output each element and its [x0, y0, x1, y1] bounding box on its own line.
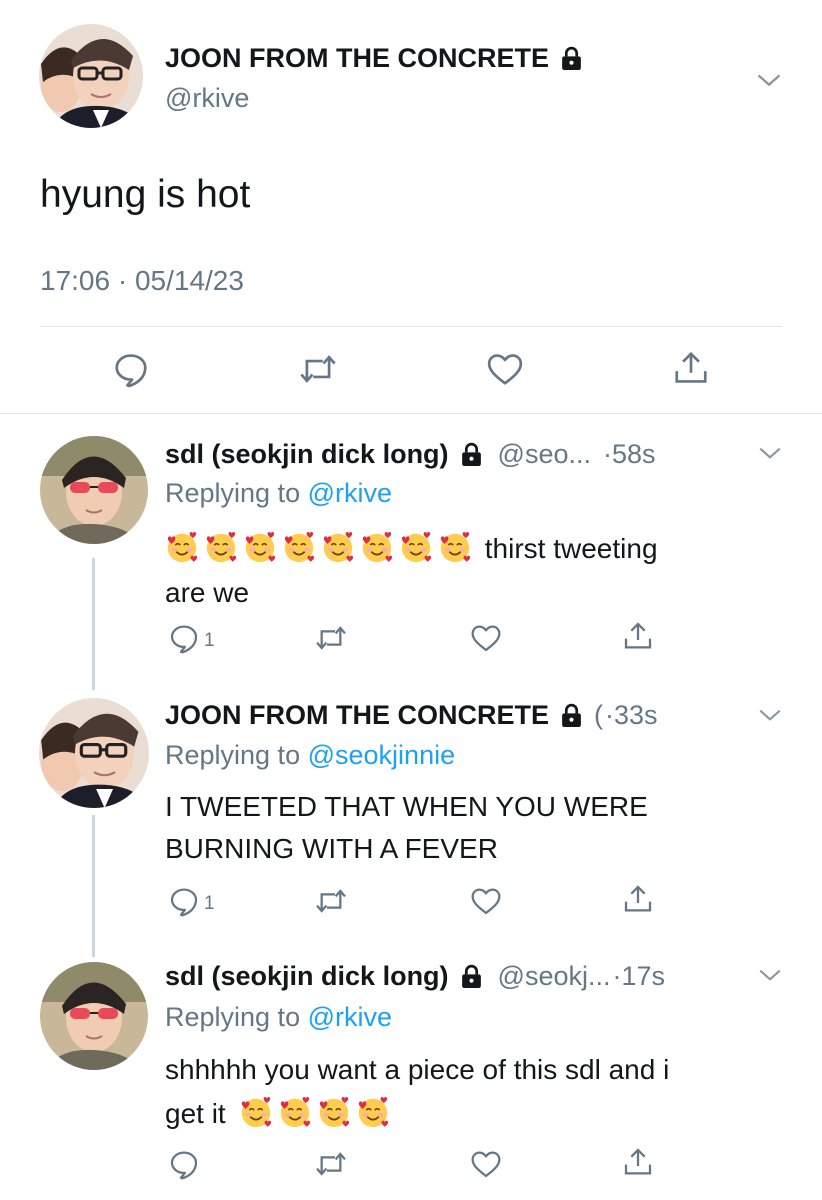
smiling-face-with-hearts-icon [399, 530, 433, 564]
tweet-text: shhhhh you want a piece of this sdl and … [165, 1048, 669, 1136]
reply-icon[interactable] [168, 622, 200, 654]
tweet-text-line: I TWEETED THAT WHEN YOU WERE [165, 791, 648, 822]
divider [40, 326, 782, 327]
timestamp: 17:06 · 05/14/23 [40, 265, 244, 296]
avatar[interactable] [40, 962, 148, 1070]
reply-count: 1 [204, 893, 215, 914]
handle[interactable]: @rkive [165, 83, 249, 114]
replying-to-link[interactable]: @seokjinnie [308, 740, 456, 770]
avatar[interactable] [39, 24, 143, 128]
smiling-face-with-hearts-icon [239, 1095, 273, 1129]
chevron-down-icon[interactable] [757, 440, 783, 466]
handle[interactable]: @seokj... [498, 961, 611, 992]
display-name[interactable]: JOON FROM THE CONCRETE [165, 43, 549, 74]
emoji-row [165, 533, 485, 564]
tweet-text-line: thirst tweeting [484, 533, 658, 564]
reply-count: 1 [204, 630, 215, 651]
handle[interactable]: @seo... [498, 439, 591, 470]
smiling-face-with-hearts-icon [317, 1095, 351, 1129]
emoji-row [239, 1098, 395, 1129]
avatar[interactable] [40, 436, 148, 544]
tweet-text: I TWEETED THAT WHEN YOU WERE BURNING WIT… [165, 786, 648, 870]
tweet-text: hyung is hot [40, 173, 251, 216]
time: ·33s [605, 699, 658, 730]
retweet-icon[interactable] [298, 350, 338, 388]
replying-to-label: Replying to [165, 740, 301, 770]
thread-line [92, 558, 95, 690]
like-icon[interactable] [486, 350, 524, 388]
lock-icon [559, 46, 584, 71]
time: ·58s [603, 438, 656, 469]
smiling-face-with-hearts-icon [204, 530, 238, 564]
like-icon[interactable] [470, 622, 502, 654]
tweet-text-line: get it [165, 1098, 226, 1129]
tweet-text-line: are we [165, 577, 250, 608]
replying-to-link[interactable]: @rkive [308, 1002, 392, 1032]
tweet-text: thirst tweeting are we [165, 527, 658, 615]
share-icon[interactable] [622, 883, 654, 915]
display-name[interactable]: JOON FROM THE CONCRETE [165, 700, 549, 731]
chevron-down-icon[interactable] [757, 962, 783, 988]
smiling-face-with-hearts-icon [356, 1095, 390, 1129]
chevron-down-icon[interactable] [757, 702, 783, 728]
share-icon[interactable] [672, 349, 710, 387]
retweet-icon[interactable] [314, 1148, 348, 1180]
avatar[interactable] [39, 698, 149, 808]
retweet-icon[interactable] [314, 885, 348, 917]
time: ·17s [612, 960, 666, 991]
smiling-face-with-hearts-icon [165, 530, 199, 564]
like-icon[interactable] [470, 1148, 502, 1180]
lock-icon [459, 442, 484, 467]
retweet-icon[interactable] [314, 622, 348, 654]
lock-icon [459, 964, 484, 989]
replying-to-label: Replying to [165, 1002, 301, 1032]
smiling-face-with-hearts-icon [282, 530, 316, 564]
tweet-text-line: BURNING WITH A FEVER [165, 833, 498, 864]
reply-icon[interactable] [168, 885, 200, 917]
replying-to-link[interactable]: @rkive [308, 478, 392, 508]
smiling-face-with-hearts-icon [278, 1095, 312, 1129]
smiling-face-with-hearts-icon [360, 530, 394, 564]
smiling-face-with-hearts-icon [243, 530, 277, 564]
smiling-face-with-hearts-icon [321, 530, 355, 564]
smiling-face-with-hearts-icon [438, 530, 472, 564]
share-icon[interactable] [622, 620, 654, 652]
chevron-down-icon[interactable] [755, 66, 783, 94]
lock-icon [559, 703, 584, 728]
share-icon[interactable] [622, 1146, 654, 1178]
handle[interactable]: ( [594, 700, 603, 731]
replying-to-label: Replying to [165, 478, 301, 508]
like-icon[interactable] [470, 885, 502, 917]
reply-icon[interactable] [168, 1148, 200, 1180]
tweet-text-line: shhhhh you want a piece of this sdl and … [165, 1054, 670, 1085]
display-name[interactable]: sdl (seokjin dick long) [165, 439, 449, 470]
reply-icon[interactable] [112, 350, 150, 388]
section-divider [0, 413, 822, 414]
display-name[interactable]: sdl (seokjin dick long) [165, 961, 449, 992]
thread-line [92, 815, 95, 957]
